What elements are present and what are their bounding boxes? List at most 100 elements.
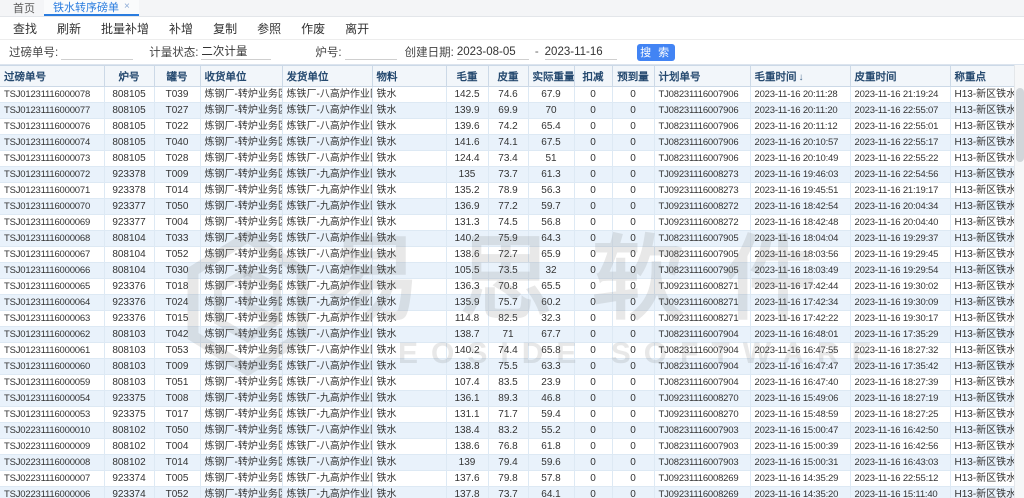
- table-row[interactable]: TSJ01231116000053923375T017炼钢厂-转炉业务区炼铁厂-…: [0, 407, 1024, 423]
- column-header[interactable]: 过磅单号: [0, 66, 104, 87]
- column-header[interactable]: 计划单号: [654, 66, 750, 87]
- table-cell: 炼钢厂-转炉业务区: [200, 391, 282, 407]
- column-header[interactable]: 罐号: [154, 66, 200, 87]
- table-row[interactable]: TSJ02231116000009808102T004炼钢厂-转炉业务区炼铁厂-…: [0, 439, 1024, 455]
- vertical-scrollbar[interactable]: [1014, 65, 1024, 498]
- column-header[interactable]: 称重点: [950, 66, 1024, 87]
- table-cell: 炼钢厂-转炉业务区: [200, 343, 282, 359]
- search-button[interactable]: 搜 索: [637, 44, 675, 61]
- table-row[interactable]: TSJ01231116000077808105T027炼钢厂-转炉业务区炼铁厂-…: [0, 103, 1024, 119]
- table-cell: 2023-11-16 19:45:51: [750, 183, 850, 199]
- table-cell: 2023-11-16 18:27:32: [850, 343, 950, 359]
- table-row[interactable]: TSJ01231116000068808104T033炼钢厂-转炉业务区炼铁厂-…: [0, 231, 1024, 247]
- table-cell: T009: [154, 167, 200, 183]
- weigh-no-input[interactable]: [61, 45, 133, 60]
- table-cell: 72.7: [488, 247, 528, 263]
- table-row[interactable]: TSJ01231116000060808103T009炼钢厂-转炉业务区炼铁厂-…: [0, 359, 1024, 375]
- column-header[interactable]: 预到量: [612, 66, 654, 87]
- table-cell: 0: [574, 167, 612, 183]
- table-cell: 140.2: [446, 343, 488, 359]
- table-row[interactable]: TSJ02231116000007923374T005炼钢厂-转炉业务区炼铁厂-…: [0, 471, 1024, 487]
- table-cell: 71.7: [488, 407, 528, 423]
- column-header[interactable]: 物料: [372, 66, 446, 87]
- column-header[interactable]: 皮重: [488, 66, 528, 87]
- scrollbar-thumb[interactable]: [1016, 88, 1024, 162]
- table-cell: H13-新区铁水秤: [950, 343, 1024, 359]
- table-row[interactable]: TSJ02231116000006923374T052炼钢厂-转炉业务区炼铁厂-…: [0, 487, 1024, 498]
- find-button[interactable]: 查找: [9, 20, 41, 37]
- table-row[interactable]: TSJ01231116000061808103T053炼钢厂-转炉业务区炼铁厂-…: [0, 343, 1024, 359]
- column-header[interactable]: 皮重时间: [850, 66, 950, 87]
- table-row[interactable]: TSJ01231116000074808105T040炼钢厂-转炉业务区炼铁厂-…: [0, 135, 1024, 151]
- table-cell: 炼钢厂-转炉业务区: [200, 311, 282, 327]
- table-cell: 74.2: [488, 119, 528, 135]
- table-row[interactable]: TSJ01231116000067808104T052炼钢厂-转炉业务区炼铁厂-…: [0, 247, 1024, 263]
- refresh-button[interactable]: 刷新: [53, 20, 85, 37]
- table-row[interactable]: TSJ01231116000072923378T009炼钢厂-转炉业务区炼铁厂-…: [0, 167, 1024, 183]
- void-button[interactable]: 作废: [297, 20, 329, 37]
- table-cell: 0: [612, 263, 654, 279]
- column-header[interactable]: 毛重时间↓: [750, 66, 850, 87]
- column-header[interactable]: 发货单位: [282, 66, 372, 87]
- column-header[interactable]: 扣减: [574, 66, 612, 87]
- table-cell: 炼铁厂-八高炉作业区: [282, 151, 372, 167]
- table-row[interactable]: TSJ01231116000064923376T024炼钢厂-转炉业务区炼铁厂-…: [0, 295, 1024, 311]
- table-cell: 铁水: [372, 103, 446, 119]
- date-from-input[interactable]: 2023-08-05: [457, 45, 529, 60]
- leave-button[interactable]: 离开: [341, 20, 373, 37]
- table-row[interactable]: TSJ01231116000073808105T028炼钢厂-转炉业务区炼铁厂-…: [0, 151, 1024, 167]
- batch-supplement-button[interactable]: 批量补增: [97, 20, 153, 37]
- table-cell: 2023-11-16 21:19:24: [850, 87, 950, 103]
- table-cell: 0: [612, 183, 654, 199]
- table-cell: 炼铁厂-九高炉作业区: [282, 487, 372, 498]
- furnace-no-input[interactable]: [345, 45, 397, 60]
- table-cell: 59.6: [528, 455, 574, 471]
- table-cell: 炼钢厂-转炉业务区: [200, 231, 282, 247]
- copy-button[interactable]: 复制: [209, 20, 241, 37]
- table-cell: 70.8: [488, 279, 528, 295]
- table-cell: 63.3: [528, 359, 574, 375]
- table-row[interactable]: TSJ01231116000070923377T050炼钢厂-转炉业务区炼铁厂-…: [0, 199, 1024, 215]
- reference-button[interactable]: 参照: [253, 20, 285, 37]
- table-row[interactable]: TSJ02231116000010808102T050炼钢厂-转炉业务区炼铁厂-…: [0, 423, 1024, 439]
- table-cell: 炼钢厂-转炉业务区: [200, 247, 282, 263]
- table-cell: 炼铁厂-九高炉作业区: [282, 407, 372, 423]
- tab-home[interactable]: 首页: [4, 0, 44, 16]
- table-row[interactable]: TSJ01231116000063923376T015炼钢厂-转炉业务区炼铁厂-…: [0, 311, 1024, 327]
- table-cell: 75.7: [488, 295, 528, 311]
- table-cell: 铁水: [372, 279, 446, 295]
- table-row[interactable]: TSJ01231116000059808103T051炼钢厂-转炉业务区炼铁厂-…: [0, 375, 1024, 391]
- supplement-button[interactable]: 补增: [165, 20, 197, 37]
- table-cell: 炼钢厂-转炉业务区: [200, 327, 282, 343]
- table-cell: 炼铁厂-八高炉作业区: [282, 455, 372, 471]
- measure-status-input[interactable]: 二次计量: [201, 45, 271, 60]
- table-cell: 923374: [104, 471, 154, 487]
- table-cell: TSJ01231116000072: [0, 167, 104, 183]
- table-cell: 铁水: [372, 215, 446, 231]
- column-header[interactable]: 炉号: [104, 66, 154, 87]
- table-row[interactable]: TSJ01231116000071923378T014炼钢厂-转炉业务区炼铁厂-…: [0, 183, 1024, 199]
- date-to-input[interactable]: 2023-11-16: [545, 45, 617, 60]
- table-row[interactable]: TSJ01231116000066808104T030炼钢厂-转炉业务区炼铁厂-…: [0, 263, 1024, 279]
- table-cell: T004: [154, 215, 200, 231]
- table-row[interactable]: TSJ01231116000069923377T004炼钢厂-转炉业务区炼铁厂-…: [0, 215, 1024, 231]
- table-cell: 2023-11-16 15:00:47: [750, 423, 850, 439]
- table-cell: 0: [574, 119, 612, 135]
- table-row[interactable]: TSJ01231116000078808105T039炼钢厂-转炉业务区炼铁厂-…: [0, 87, 1024, 103]
- column-header[interactable]: 收货单位: [200, 66, 282, 87]
- column-header[interactable]: 实际重量: [528, 66, 574, 87]
- column-header[interactable]: 毛重: [446, 66, 488, 87]
- table-cell: 808105: [104, 119, 154, 135]
- table-cell: 2023-11-16 20:04:34: [850, 199, 950, 215]
- close-tab-icon[interactable]: ×: [124, 2, 130, 12]
- tab-iron-transfer-ticket[interactable]: 铁水转序磅单 ×: [44, 0, 139, 16]
- table-cell: T042: [154, 327, 200, 343]
- table-row[interactable]: TSJ01231116000054923375T008炼钢厂-转炉业务区炼铁厂-…: [0, 391, 1024, 407]
- table-row[interactable]: TSJ01231116000062808103T042炼钢厂-转炉业务区炼铁厂-…: [0, 327, 1024, 343]
- table-cell: 2023-11-16 18:42:54: [750, 199, 850, 215]
- table-cell: 2023-11-16 19:30:09: [850, 295, 950, 311]
- table-row[interactable]: TSJ01231116000076808105T022炼钢厂-转炉业务区炼铁厂-…: [0, 119, 1024, 135]
- table-row[interactable]: TSJ02231116000008808102T014炼钢厂-转炉业务区炼铁厂-…: [0, 455, 1024, 471]
- table-cell: 76.8: [488, 439, 528, 455]
- table-row[interactable]: TSJ01231116000065923376T018炼钢厂-转炉业务区炼铁厂-…: [0, 279, 1024, 295]
